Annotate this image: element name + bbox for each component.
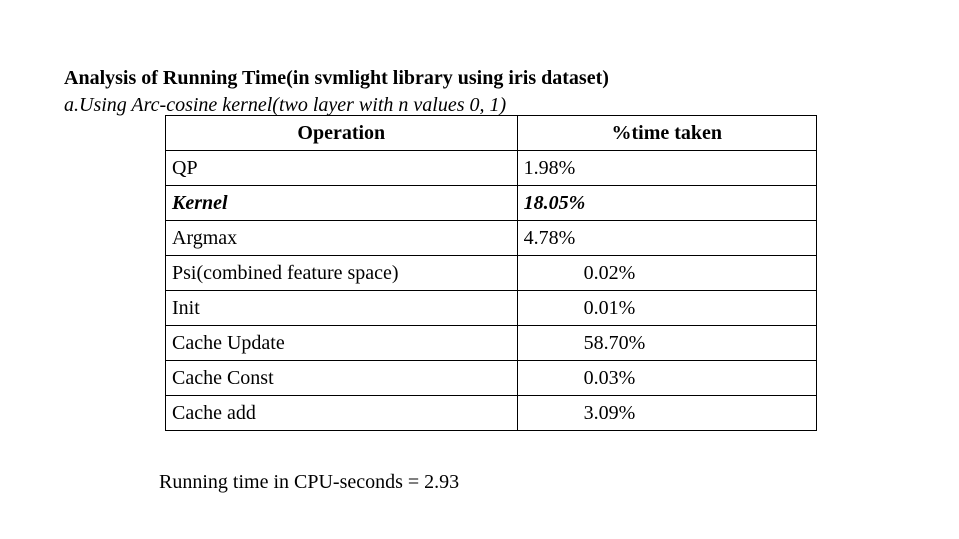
time-taken-cell: 18.05% (516, 185, 818, 221)
time-taken-cell: 0.03% (516, 360, 818, 396)
operation-cell: Psi(combined feature space) (165, 255, 518, 291)
page-title: Analysis of Running Time(in svmlight lib… (64, 67, 609, 89)
running-time-table: Operation %time taken QP 1.98% Kernel 18… (165, 115, 818, 431)
time-taken-cell: 3.09% (516, 395, 818, 431)
table-row: Kernel 18.05% (165, 185, 818, 221)
time-taken-cell: 58.70% (516, 325, 818, 361)
table-row: Cache add 3.09% (165, 395, 818, 431)
running-time-summary: Running time in CPU-seconds = 2.93 (159, 471, 460, 493)
operation-cell: Cache add (165, 395, 518, 431)
operation-cell: Cache Const (165, 360, 518, 396)
table-row: QP 1.98% (165, 150, 818, 186)
operation-cell: Argmax (165, 220, 518, 256)
time-taken-cell: 1.98% (516, 150, 818, 186)
table-row: Cache Const 0.03% (165, 360, 818, 396)
time-taken-cell: 4.78% (516, 220, 818, 256)
column-header-operation: Operation (165, 115, 518, 151)
operation-cell: Kernel (165, 185, 518, 221)
operation-cell: Cache Update (165, 325, 518, 361)
table-header-row: Operation %time taken (165, 115, 818, 151)
column-header-time-taken: %time taken (516, 115, 818, 151)
time-taken-cell: 0.01% (516, 290, 818, 326)
operation-cell: QP (165, 150, 518, 186)
table-row: Argmax 4.78% (165, 220, 818, 256)
time-taken-cell: 0.02% (516, 255, 818, 291)
table-row: Init 0.01% (165, 290, 818, 326)
table-row: Cache Update 58.70% (165, 325, 818, 361)
page-subtitle: a.Using Arc-cosine kernel(two layer with… (64, 94, 507, 116)
table-row: Psi(combined feature space) 0.02% (165, 255, 818, 291)
operation-cell: Init (165, 290, 518, 326)
